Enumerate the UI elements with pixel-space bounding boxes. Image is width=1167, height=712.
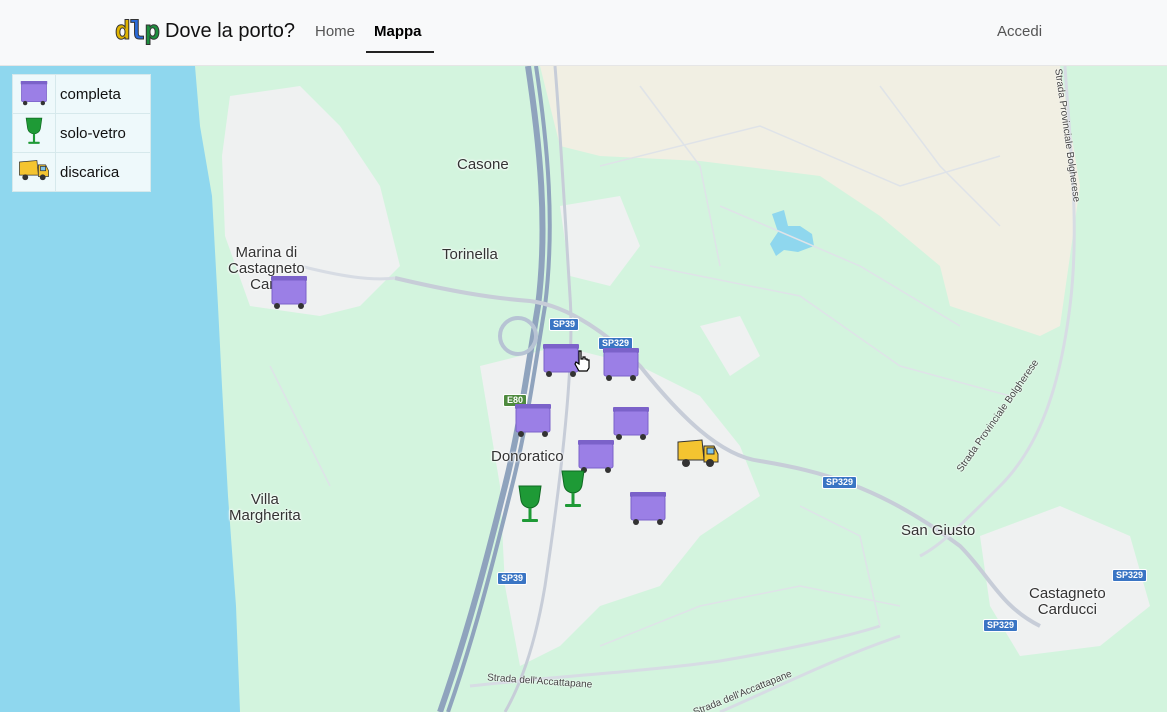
dumpster-icon[interactable] bbox=[268, 272, 310, 310]
navbar: dlp Dove la porto? Home Mappa Accedi bbox=[0, 0, 1167, 66]
place-label-san-giusto: San Giusto bbox=[901, 522, 976, 539]
logo-letter-d: d bbox=[115, 16, 132, 47]
brand[interactable]: dlp Dove la porto? bbox=[115, 16, 296, 47]
wine-glass-icon[interactable] bbox=[516, 484, 544, 524]
map[interactable]: Casone Torinella Marina di Castagneto Ca… bbox=[0, 66, 1167, 712]
road-shield-sp329: SP329 bbox=[983, 619, 1019, 632]
road-shield-sp329: SP329 bbox=[1112, 569, 1148, 582]
hand-cursor-icon bbox=[574, 350, 590, 372]
nav-login-link[interactable]: Accedi bbox=[997, 23, 1042, 40]
brand-logo: dlp bbox=[115, 16, 161, 47]
brand-name: Dove la porto? bbox=[164, 20, 296, 42]
legend-label: solo-vetro bbox=[55, 113, 151, 153]
active-tab-indicator bbox=[366, 51, 434, 53]
wine-glass-icon bbox=[25, 117, 43, 144]
legend-label: completa bbox=[55, 74, 151, 114]
road-shield-sp39: SP39 bbox=[497, 572, 528, 585]
legend-row-completa: completa bbox=[12, 74, 151, 114]
nav-home-link[interactable]: Home bbox=[315, 23, 355, 40]
map-legend: completa solo-vetro discarica bbox=[12, 74, 151, 192]
legend-label: discarica bbox=[55, 152, 151, 192]
place-label-casone: Casone bbox=[457, 156, 509, 173]
road-shield-sp39: SP39 bbox=[549, 318, 580, 331]
place-label-villa-margherita: Villa Margherita bbox=[229, 491, 301, 524]
place-label-donoratico: Donoratico bbox=[491, 448, 564, 465]
road-shield-sp329: SP329 bbox=[822, 476, 858, 489]
dumpster-icon bbox=[20, 80, 48, 105]
logo-letter-l: l bbox=[129, 16, 146, 47]
dumpster-icon[interactable] bbox=[512, 400, 554, 438]
logo-letter-p: p bbox=[144, 16, 161, 47]
dumpster-icon[interactable] bbox=[627, 488, 669, 526]
legend-row-solo-vetro: solo-vetro bbox=[12, 113, 151, 153]
garbage-truck-icon bbox=[19, 159, 49, 180]
nav-map-link[interactable]: Mappa bbox=[374, 23, 422, 40]
place-label-torinella: Torinella bbox=[442, 246, 498, 263]
dumpster-icon[interactable] bbox=[600, 344, 642, 382]
wine-glass-icon[interactable] bbox=[559, 469, 587, 509]
legend-row-discarica: discarica bbox=[12, 152, 151, 192]
map-base bbox=[0, 66, 1167, 712]
place-label-castagneto: Castagneto Carducci bbox=[1029, 585, 1106, 618]
garbage-truck-icon[interactable] bbox=[676, 436, 720, 470]
